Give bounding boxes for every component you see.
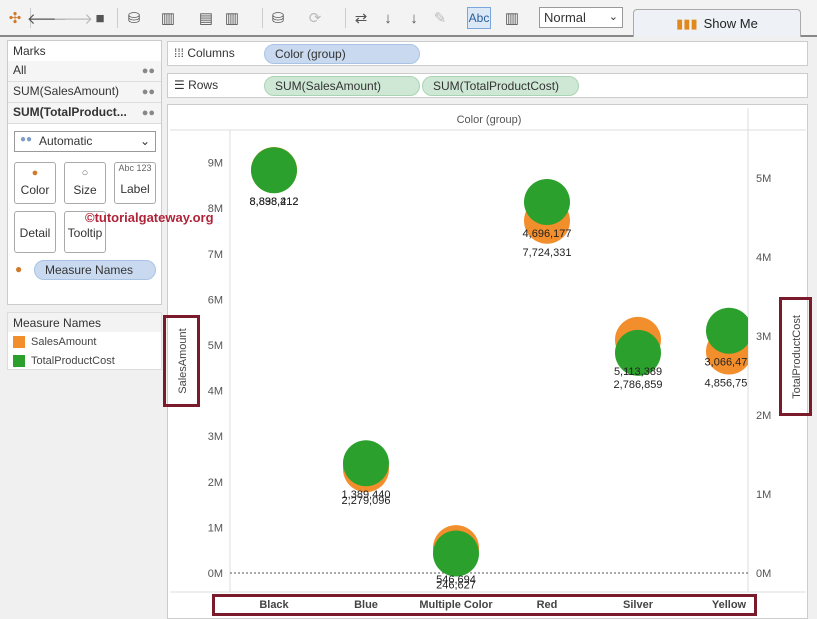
chart-svg: Color (group)0M1M2M3M4M5M6M7M8M9M0M1M2M3…	[170, 108, 806, 611]
left-tick-label: 6M	[208, 294, 223, 306]
left-tick-label: 1M	[208, 522, 223, 534]
left-tick-label: 4M	[208, 386, 223, 398]
right-tick-label: 1M	[756, 489, 771, 501]
right-tick-label: 2M	[756, 410, 771, 422]
right-tick-label: 4M	[756, 252, 771, 264]
left-tick-label: 3M	[208, 431, 223, 443]
right-tick-label: 0M	[756, 568, 771, 580]
data-label: 8,898,212	[250, 196, 299, 208]
watermark: ©tutorialgateway.org	[85, 210, 214, 225]
data-point-TotalProductCost	[524, 179, 570, 226]
highlight-box	[212, 594, 757, 616]
data-label: 2,786,859	[614, 379, 663, 391]
left-tick-label: 0M	[208, 568, 223, 580]
highlight-box	[163, 315, 200, 407]
data-label: 5,113,389	[614, 366, 662, 378]
data-point-TotalProductCost	[706, 307, 748, 354]
data-label: 4,696,177	[523, 228, 572, 240]
data-point-TotalProductCost	[343, 440, 389, 487]
right-tick-label: 5M	[756, 173, 771, 185]
data-label: 246,627	[436, 580, 476, 592]
data-point-TotalProductCost	[251, 147, 297, 194]
left-tick-label: 7M	[208, 249, 223, 261]
data-point-TotalProductCost	[433, 530, 479, 577]
data-label: 1,389,440	[342, 489, 391, 501]
data-label: 4,856,756	[705, 378, 754, 390]
left-tick-label: 9M	[208, 158, 223, 170]
data-label: 7,724,331	[523, 247, 572, 259]
right-tick-label: 3M	[756, 331, 771, 343]
left-tick-label: 5M	[208, 340, 223, 352]
chart-title: Color (group)	[457, 114, 522, 126]
data-label: 3,066,473	[705, 357, 754, 369]
left-tick-label: 2M	[208, 477, 223, 489]
highlight-box	[779, 297, 812, 416]
